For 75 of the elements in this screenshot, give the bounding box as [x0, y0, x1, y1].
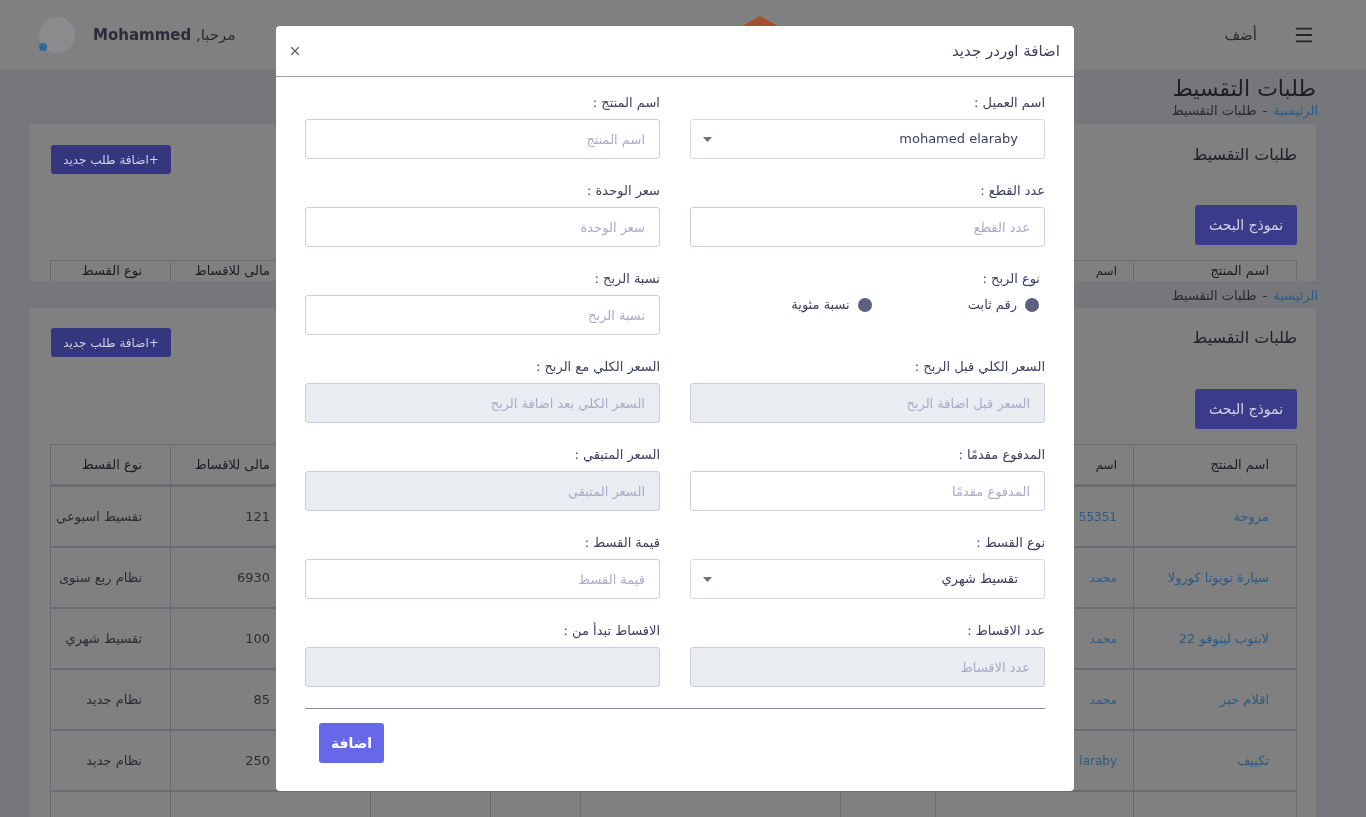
- input-field[interactable]: قيمة القسط: [305, 559, 660, 599]
- table-link[interactable]: 55351: [1078, 507, 1117, 526]
- page-title: طلبات التقسيط: [1172, 76, 1316, 102]
- caret-icon: [703, 136, 712, 142]
- field-label: نسبة الربح :: [594, 270, 660, 287]
- field-label: عدد الاقساط :: [967, 622, 1045, 639]
- column-header: مالى للاقساط: [194, 455, 270, 474]
- table-link[interactable]: لابتوب لينوفو 22: [1178, 628, 1269, 649]
- table-cell-text: 100: [245, 629, 270, 648]
- input-field[interactable]: اسم المنتج: [305, 119, 660, 159]
- radio-label: رقم ثابت: [967, 296, 1017, 315]
- breadcrumb-link[interactable]: الرئيسية: [1273, 101, 1318, 121]
- table-cell-text: 6930: [236, 568, 270, 587]
- column-header: اسم: [1095, 456, 1117, 474]
- field-label: سعر الوحدة :: [587, 182, 660, 199]
- field-label: نوع الربح :: [982, 270, 1040, 287]
- field-label: اسم المنتج :: [592, 94, 660, 111]
- table-cell-text: نظام جديد: [86, 690, 142, 709]
- modal-title: اضافة اوردر جديد: [952, 40, 1060, 62]
- table-cell-text: نظام ربع سنوى: [58, 568, 142, 588]
- breadcrumb-link[interactable]: الرئيسية: [1273, 286, 1318, 306]
- input-field[interactable]: سعر الوحدة: [305, 207, 660, 247]
- field-label: اسم العميل :: [974, 94, 1045, 111]
- column-header: اسم المنتج: [1210, 455, 1269, 475]
- input-field[interactable]: عدد القطع: [690, 207, 1045, 247]
- add-order-button[interactable]: +اضافة طلب جديد: [51, 328, 171, 357]
- field-label: الاقساط تبدأ من :: [563, 622, 660, 639]
- radio-button[interactable]: [1025, 298, 1039, 312]
- input-field[interactable]: المدفوع مقدمًا: [690, 471, 1045, 511]
- breadcrumb-separator: -: [1262, 287, 1268, 306]
- table-cell-text: نظام جديد: [86, 751, 142, 770]
- table-link[interactable]: محمد: [1089, 690, 1117, 709]
- add-order-button[interactable]: +اضافة طلب جديد: [51, 145, 171, 174]
- card-title: طلبات التقسيط: [1192, 328, 1297, 348]
- search-form-button[interactable]: نموذج البحث: [1195, 389, 1297, 429]
- status-dot-icon: [39, 43, 47, 51]
- field-label: عدد القطع :: [980, 182, 1045, 199]
- breadcrumb-separator: -: [1262, 102, 1268, 121]
- table-cell-text: تقسيط شهري: [65, 629, 142, 649]
- table-link[interactable]: تكييف: [1236, 750, 1269, 771]
- breadcrumb-current: طلبات التقسيط: [1171, 102, 1257, 121]
- column-header: مالى للاقساط: [194, 262, 270, 280]
- table-cell-text: تقسيط اسبوعي: [56, 507, 142, 527]
- column-header: اسم المنتج: [1210, 262, 1269, 281]
- table-link[interactable]: اقلام حبر: [1220, 689, 1269, 710]
- dropdown-field[interactable]: تقسيط شهري: [690, 559, 1045, 599]
- close-icon[interactable]: [288, 44, 302, 58]
- field-label: نوع القسط :: [976, 534, 1045, 551]
- field-label: السعر المتبقي :: [574, 446, 660, 463]
- search-form-button[interactable]: نموذج البحث: [1195, 205, 1297, 245]
- table-link[interactable]: سيارة تويوتا كورولا: [1167, 567, 1269, 588]
- table-link[interactable]: laraby: [1079, 751, 1117, 770]
- radio-label: نسبة مئوية: [791, 296, 850, 315]
- column-header: نوع القسط: [81, 455, 142, 475]
- breadcrumb-current: طلبات التقسيط: [1171, 287, 1257, 306]
- submit-button[interactable]: اضافة: [319, 723, 384, 763]
- card-title: طلبات التقسيط: [1192, 145, 1297, 165]
- input-field[interactable]: نسبة الربح: [305, 295, 660, 335]
- radio-button[interactable]: [857, 298, 872, 312]
- field-label: السعر الكلي قبل الربح :: [914, 358, 1045, 375]
- table-link[interactable]: محمد: [1089, 568, 1117, 587]
- field-label: السعر الكلي مع الربح :: [535, 358, 660, 375]
- field-label: قيمة القسط :: [584, 534, 660, 551]
- avatar-icon: [39, 17, 75, 53]
- column-header: اسم: [1095, 263, 1117, 280]
- field-label: المدفوع مقدمًا :: [958, 446, 1045, 463]
- caret-icon: [703, 576, 712, 582]
- table-cell-text: 121: [245, 507, 270, 526]
- dropdown-field[interactable]: mohamed elaraby: [690, 119, 1045, 159]
- table-cell-text: 250: [245, 751, 270, 770]
- table-cell-text: 85: [253, 690, 270, 709]
- column-header: نوع القسط: [81, 262, 142, 281]
- table-link[interactable]: مروحة: [1233, 506, 1269, 527]
- add-label[interactable]: أضف: [1224, 23, 1257, 47]
- table-link[interactable]: محمد: [1089, 629, 1117, 648]
